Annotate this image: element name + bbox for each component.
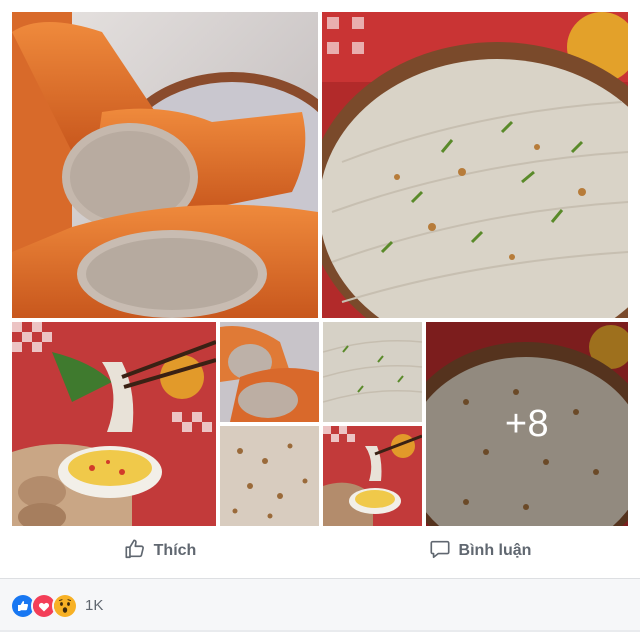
like-label: Thích (153, 542, 197, 559)
photo-fried-sausage-thumb[interactable] (220, 322, 319, 422)
more-photos-count: +8 (504, 402, 550, 445)
reaction-icons (10, 592, 78, 619)
comment-label: Bình luận (458, 542, 532, 559)
comment-icon (429, 538, 451, 565)
photo-rice-rolls-thumb[interactable] (323, 322, 422, 422)
more-photos-overlay[interactable]: +8 (426, 322, 628, 526)
reaction-count[interactable]: 1K (85, 597, 103, 614)
wow-icon (52, 592, 78, 619)
photo-dipping-rice-roll-thumb[interactable] (323, 426, 422, 526)
like-button[interactable]: Thích (0, 528, 320, 574)
photo-rice-rolls-fried-shallot-thumb[interactable] (220, 426, 319, 526)
photo-fried-sausage[interactable] (12, 12, 318, 318)
post-action-bar: Thích Bình luận (0, 528, 640, 574)
reactions-summary[interactable]: 1K (0, 579, 640, 632)
photo-dipping-rice-roll[interactable] (12, 322, 216, 526)
photo-more[interactable]: +8 (426, 322, 628, 526)
photo-rice-rolls[interactable] (322, 12, 628, 318)
comment-button[interactable]: Bình luận (320, 528, 640, 574)
thumbs-up-icon (124, 538, 146, 565)
